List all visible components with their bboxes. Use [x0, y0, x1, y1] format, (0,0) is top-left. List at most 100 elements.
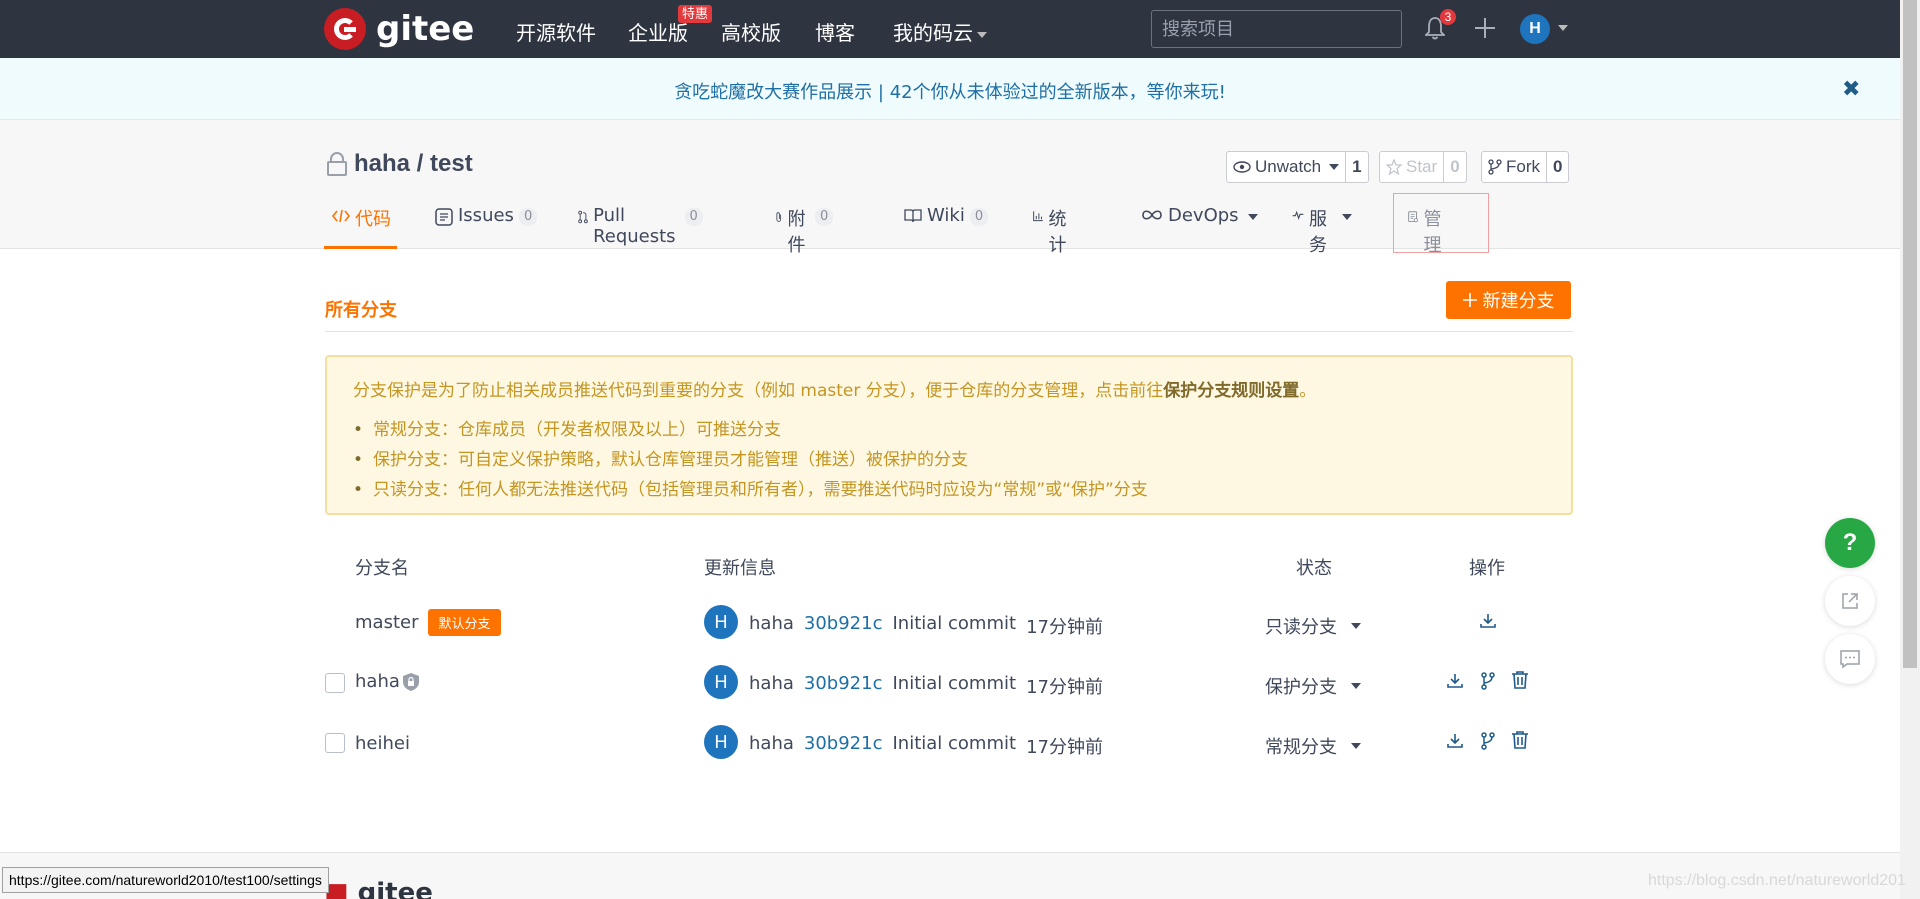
tab-code-label: 代码	[355, 209, 391, 230]
repo-owner-link[interactable]: haha	[354, 150, 410, 178]
fork-button[interactable]: Fork 0	[1481, 151, 1570, 183]
watch-count[interactable]: 1	[1345, 152, 1367, 182]
feedback-button[interactable]	[1825, 634, 1875, 684]
commit-sha-link[interactable]: 30b921c	[804, 673, 883, 699]
bar-chart-icon	[1033, 211, 1043, 222]
nav-link-my-gitee[interactable]: 我的码云	[893, 17, 987, 46]
branch-status-dropdown[interactable]: 只读分支	[1265, 613, 1361, 639]
divider	[325, 331, 1573, 332]
new-branch-button[interactable]: 新建分支	[1446, 281, 1571, 319]
footer-logo[interactable]: ■ gitee	[324, 878, 433, 899]
footer-logo-text: gitee	[357, 878, 433, 899]
star-icon	[1386, 159, 1402, 175]
repo-name-link[interactable]: test	[430, 150, 473, 178]
search-input[interactable]	[1151, 10, 1402, 48]
download-icon[interactable]	[1445, 731, 1465, 751]
commit-author[interactable]: haha	[749, 673, 794, 699]
branch-name-link[interactable]: haha	[355, 671, 400, 692]
gitee-logo[interactable]: gitee	[324, 8, 474, 50]
announcement-bar: 贪吃蛇魔改大赛作品展示 | 42个你从未体验过的全新版本，等你来玩!	[0, 58, 1900, 120]
branch-name-link[interactable]: master	[355, 612, 418, 633]
scrollbar-thumb[interactable]	[1903, 0, 1917, 668]
announcement-text[interactable]: 贪吃蛇魔改大赛作品展示 | 42个你从未体验过的全新版本，等你来玩!	[0, 78, 1900, 104]
commit-info: haha 30b921c Initial commit 17分钟前	[749, 673, 1103, 699]
download-icon[interactable]	[1445, 671, 1465, 691]
commit-time: 17分钟前	[1026, 617, 1103, 638]
gitee-logo-icon: ■	[324, 878, 358, 899]
branch-name: master 默认分支	[355, 609, 501, 636]
commit-sha-link[interactable]: 30b921c	[804, 613, 883, 639]
chevron-down-icon[interactable]	[1558, 25, 1568, 31]
tab-code[interactable]: 代码	[324, 205, 397, 249]
status-bar-link-preview: https://gitee.com/natureworld2010/test10…	[2, 867, 329, 893]
author-avatar[interactable]: H	[704, 665, 738, 699]
branch-status-label: 只读分支	[1265, 617, 1337, 638]
commit-sha-link[interactable]: 30b921c	[804, 733, 883, 759]
share-icon	[1842, 593, 1858, 609]
plus-icon[interactable]	[1474, 17, 1496, 39]
tab-pull-requests[interactable]: Pull Requests 0	[578, 205, 703, 249]
tab-issues[interactable]: Issues 0	[435, 205, 538, 249]
tab-services[interactable]: 服务	[1292, 205, 1352, 256]
branch-status-label: 常规分支	[1265, 737, 1337, 758]
top-navbar: gitee 开源软件 企业版 特惠 高校版 博客 我的码云 3 H	[0, 0, 1900, 58]
branch-icon[interactable]	[1478, 671, 1498, 691]
nav-link-blog[interactable]: 博客	[815, 17, 855, 46]
author-avatar[interactable]: H	[704, 605, 738, 639]
chevron-down-icon	[1247, 214, 1258, 220]
infinity-icon	[1142, 210, 1162, 220]
branch-status-dropdown[interactable]: 常规分支	[1265, 733, 1361, 759]
close-icon[interactable]: ✖	[1842, 76, 1860, 102]
fork-count[interactable]: 0	[1546, 152, 1568, 182]
eye-icon	[1233, 161, 1251, 173]
commit-message[interactable]: Initial commit	[892, 613, 1016, 639]
star-count[interactable]: 0	[1443, 152, 1465, 182]
commit-message[interactable]: Initial commit	[892, 733, 1016, 759]
trash-icon[interactable]	[1510, 670, 1530, 690]
chevron-down-icon	[1351, 683, 1361, 689]
tab-attachments-count: 0	[815, 208, 834, 226]
branch-name-link[interactable]: heihei	[355, 733, 410, 754]
tab-wiki[interactable]: Wiki 0	[904, 205, 989, 249]
chevron-down-icon	[1342, 214, 1352, 220]
watermark: https://blog.csdn.net/natureworld201	[1648, 872, 1906, 889]
tab-attachments-label: 附件	[787, 209, 806, 256]
tab-issues-label: Issues	[458, 205, 514, 226]
shield-lock-icon	[402, 672, 419, 691]
tab-attachments[interactable]: 附件 0	[775, 205, 834, 256]
commit-author[interactable]: haha	[749, 733, 794, 759]
notification-count-badge: 3	[1440, 9, 1456, 25]
chat-icon	[1840, 650, 1860, 669]
branch-select-checkbox[interactable]	[325, 733, 345, 753]
repo-path-separator: /	[410, 150, 431, 177]
nav-link-open-source[interactable]: 开源软件	[516, 17, 596, 46]
tab-statistics[interactable]: 统计	[1033, 205, 1072, 256]
protection-rules-link[interactable]: 保护分支规则设置	[1163, 381, 1299, 401]
tab-issues-count: 0	[518, 208, 538, 226]
share-button[interactable]	[1825, 576, 1875, 626]
branch-select-checkbox[interactable]	[325, 673, 345, 693]
new-branch-label: 新建分支	[1482, 291, 1555, 312]
unwatch-button[interactable]: Unwatch 1	[1226, 151, 1369, 183]
nav-link-education[interactable]: 高校版	[721, 17, 781, 46]
chevron-down-icon	[1351, 743, 1361, 749]
notice-intro-suffix: 。	[1299, 381, 1317, 401]
tab-devops[interactable]: DevOps	[1141, 205, 1258, 249]
commit-author[interactable]: haha	[749, 613, 794, 639]
star-button[interactable]: Star 0	[1379, 151, 1467, 183]
help-button[interactable]: ?	[1825, 518, 1875, 568]
commit-info: haha 30b921c Initial commit 17分钟前	[749, 733, 1103, 759]
trash-icon[interactable]	[1510, 730, 1530, 750]
branch-icon[interactable]	[1478, 731, 1498, 751]
author-avatar[interactable]: H	[704, 725, 738, 759]
download-icon[interactable]	[1478, 611, 1498, 631]
commit-message[interactable]: Initial commit	[892, 673, 1016, 699]
branch-status-dropdown[interactable]: 保护分支	[1265, 673, 1361, 699]
branch-name: heihei	[355, 733, 410, 754]
column-header-branch-name: 分支名	[355, 558, 409, 579]
user-avatar[interactable]: H	[1520, 14, 1550, 44]
unwatch-label: Unwatch	[1255, 157, 1322, 176]
table-row: master 默认分支 H haha 30b921c Initial commi…	[0, 599, 1900, 649]
lock-icon	[327, 152, 347, 176]
manage-tab-highlight	[1393, 193, 1489, 253]
